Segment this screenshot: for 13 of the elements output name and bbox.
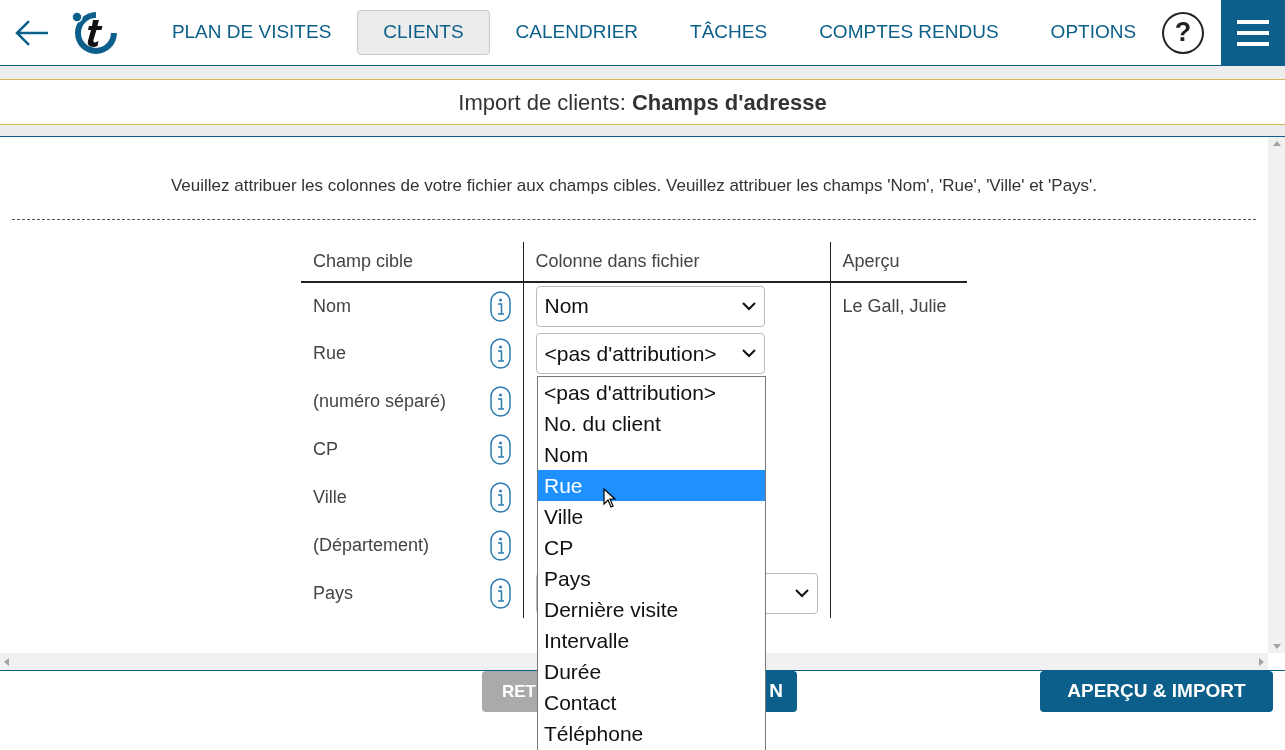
column-header: Aperçu — [842, 250, 900, 271]
field-label: CP — [313, 438, 338, 461]
field-label: Nom — [313, 294, 351, 318]
field-label: Ville — [313, 486, 347, 509]
instructions-text: Veuillez attribuer les colonnes de votre fichier aux champs cibles. Veuillez attribuer les champs 'Nom', 'Rue', 'Ville' et 'Pays'. — [12, 173, 1256, 220]
field-label: (numéro séparé) — [313, 390, 447, 413]
page-title: Import de clients: Champs d'adresse — [458, 88, 827, 117]
preview-text: Le Gall, Julie — [842, 295, 947, 316]
field-label: Rue — [313, 342, 347, 365]
field-label: (Département) — [313, 534, 430, 557]
column-header: Champ cible — [313, 250, 414, 271]
field-label: Pays — [313, 582, 354, 605]
column-header: Colonne dans fichier — [535, 250, 700, 271]
